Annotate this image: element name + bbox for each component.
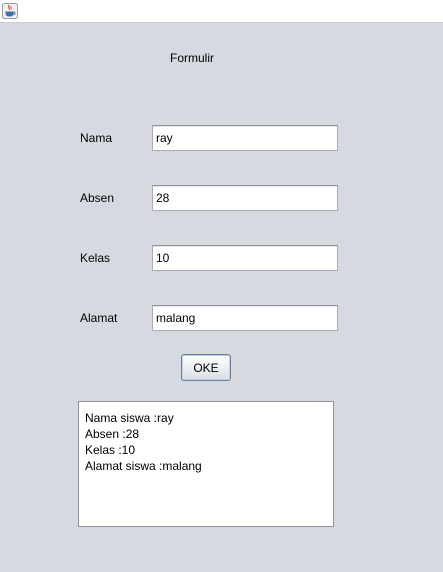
- output-line-kelas: Kelas :10: [85, 443, 136, 457]
- form-title: Formulir: [170, 51, 214, 65]
- nama-label: Nama: [80, 131, 113, 145]
- absen-input[interactable]: [152, 185, 338, 211]
- output-line-absen: Absen :28: [85, 427, 140, 441]
- alamat-label: Alamat: [80, 311, 118, 325]
- window-titlebar: [0, 0, 443, 23]
- output-line-nama: Nama siswa :ray: [85, 411, 174, 425]
- kelas-input[interactable]: [152, 245, 338, 271]
- absen-label: Absen: [80, 191, 115, 205]
- output-textarea[interactable]: Nama siswa :ray Absen :28 Kelas :10 Alam…: [78, 401, 334, 527]
- oke-button[interactable]: OKE: [181, 354, 231, 381]
- kelas-label: Kelas: [80, 251, 111, 265]
- output-line-alamat: Alamat siswa :malang: [85, 459, 202, 473]
- java-coffee-cup-icon[interactable]: [2, 3, 18, 19]
- nama-input[interactable]: [152, 125, 338, 151]
- alamat-input[interactable]: [152, 305, 338, 331]
